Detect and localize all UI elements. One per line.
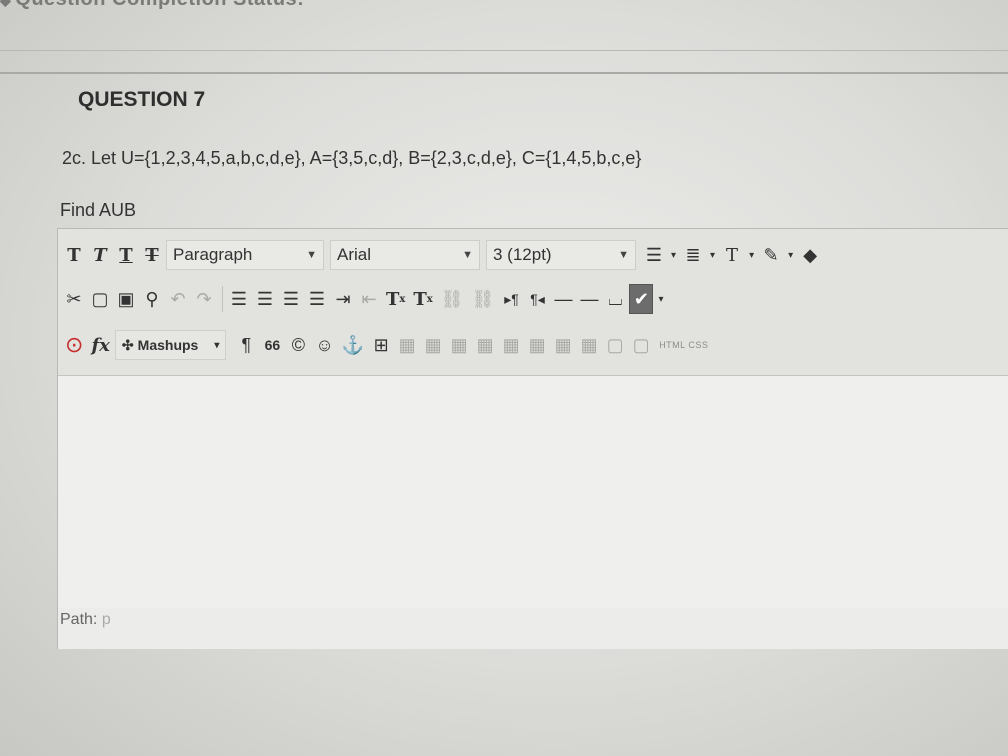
copy-icon[interactable]: ▢ (88, 284, 112, 314)
horizontal-line-icon[interactable]: — (577, 284, 601, 314)
bullet-list-icon[interactable]: ☰ (642, 240, 666, 270)
table-merge-cells-icon[interactable]: ▦ (577, 330, 601, 360)
paragraph-mark-button[interactable]: ¶ (234, 330, 258, 360)
font-value: Arial (337, 245, 372, 264)
blockquote-button[interactable]: 66 (260, 330, 284, 360)
dropdown-arrow-icon: ▼ (306, 249, 317, 261)
table-row-before-icon[interactable]: ▦ (395, 330, 419, 360)
mashups-label: Mashups (137, 337, 199, 353)
align-right-icon[interactable]: ☰ (279, 284, 303, 314)
chevron-down-icon[interactable]: ▾ (655, 284, 666, 314)
numbered-list-icon[interactable]: ≣ (681, 240, 705, 270)
redo-icon[interactable]: ↷ (192, 284, 216, 314)
editor-path: Path: p (60, 611, 111, 629)
underline-button[interactable]: T (114, 240, 138, 270)
table-icon[interactable]: ⊞ (369, 330, 393, 360)
ltr-icon[interactable]: ▸¶ (499, 284, 523, 314)
path-value[interactable]: p (102, 611, 111, 628)
strikethrough-button[interactable]: T (140, 240, 164, 270)
find-icon[interactable]: ⚲ (140, 284, 164, 314)
outdent-icon[interactable]: ⇤ (357, 284, 381, 314)
separator (222, 286, 223, 312)
mashups-dropdown[interactable]: ✣ Mashups ▾ (114, 330, 227, 360)
text-color-icon[interactable]: T (720, 240, 744, 270)
italic-button[interactable]: T (88, 240, 112, 270)
record-icon[interactable]: ⊙ (62, 330, 86, 360)
chevron-down-icon[interactable]: ▾ (785, 240, 796, 270)
eraser-icon[interactable]: ◆ (798, 240, 822, 270)
rich-text-editor: T T T T Paragraph ▼ Arial ▼ 3 (12pt) ▼ ☰… (57, 228, 1008, 649)
editor-toolbar: T T T T Paragraph ▼ Arial ▼ 3 (12pt) ▼ ☰… (58, 229, 1008, 376)
dropdown-arrow-icon: ▼ (618, 249, 629, 261)
chevron-down-icon[interactable]: ▾ (746, 240, 757, 270)
html-css-buttons[interactable]: HTML CSS (659, 340, 708, 350)
subscript-button[interactable]: Tx (410, 284, 435, 314)
table-delete-row-icon[interactable]: ▦ (447, 330, 471, 360)
paragraph-value: Paragraph (173, 245, 253, 264)
toolbar-row-2: ✂ ▢ ▣ ⚲ ↶ ↷ ☰ ☰ ☰ ☰ ⇥ ⇤ Tx Tx ⛓ ⛓ ▸¶ ¶◂ … (62, 281, 1008, 317)
table-props-icon[interactable]: ▢ (603, 330, 627, 360)
table-col-before-icon[interactable]: ▦ (473, 330, 497, 360)
dropdown-arrow-icon: ▼ (462, 249, 473, 261)
question-text: 2c. Let U={1,2,3,4,5,a,b,c,d,e}, A={3,5,… (62, 148, 642, 168)
indent-icon[interactable]: ⇥ (331, 284, 355, 314)
anchor-icon[interactable]: ⚓ (339, 330, 367, 360)
path-label: Path: (60, 611, 98, 628)
special-character-button[interactable]: © (286, 330, 310, 360)
unlink-icon[interactable]: ⛓ (469, 284, 498, 314)
align-center-icon[interactable]: ☰ (253, 284, 277, 314)
divider (0, 50, 1008, 51)
undo-icon[interactable]: ↶ (166, 284, 190, 314)
chevron-down-icon: ▾ (214, 339, 220, 351)
paragraph-dropdown[interactable]: Paragraph ▼ (166, 240, 324, 270)
table-col-after-icon[interactable]: ▦ (499, 330, 523, 360)
highlight-pen-icon[interactable]: ✎ (759, 240, 783, 270)
completion-status: ◆Question Completion Status: (0, 0, 304, 12)
toolbar-row-3: ⊙ fx ✣ Mashups ▾ ¶ 66 © ☺ ⚓ ⊞ ▦ ▦ ▦ ▦ ▦ … (62, 327, 1008, 363)
bold-button[interactable]: T (62, 240, 86, 270)
font-dropdown[interactable]: Arial ▼ (330, 240, 480, 270)
divider (0, 72, 1008, 74)
paste-icon[interactable]: ▣ (114, 284, 138, 314)
table-split-cells-icon[interactable]: ▦ (551, 330, 575, 360)
chevron-down-icon[interactable]: ▾ (668, 240, 679, 270)
font-size-value: 3 (12pt) (493, 245, 552, 264)
collapse-diamond-icon[interactable]: ◆ (0, 0, 11, 8)
emoticon-icon[interactable]: ☺ (312, 330, 336, 360)
spellcheck-icon[interactable]: ✔ (629, 284, 654, 314)
table-delete-col-icon[interactable]: ▦ (525, 330, 549, 360)
table-cell-props-icon[interactable]: ▢ (629, 330, 653, 360)
rtl-icon[interactable]: ¶◂ (525, 284, 549, 314)
math-formula-button[interactable]: fx (88, 330, 112, 360)
table-row-after-icon[interactable]: ▦ (421, 330, 445, 360)
link-icon[interactable]: ⛓ (438, 284, 467, 314)
editor-content-area[interactable] (58, 376, 1008, 608)
align-justify-icon[interactable]: ☰ (305, 284, 329, 314)
chevron-down-icon[interactable]: ▾ (707, 240, 718, 270)
horizontal-rule-icon[interactable]: — (551, 284, 575, 314)
align-left-icon[interactable]: ☰ (227, 284, 251, 314)
toolbar-row-1: T T T T Paragraph ▼ Arial ▼ 3 (12pt) ▼ ☰… (62, 237, 1008, 273)
question-prompt: Find AUB (60, 200, 137, 220)
mashups-icon: ✣ (121, 336, 134, 353)
cut-icon[interactable]: ✂ (62, 284, 86, 314)
superscript-button[interactable]: Tx (383, 284, 408, 314)
nonbreaking-space-icon[interactable]: ⌴ (603, 284, 627, 314)
question-heading: QUESTION 7 (78, 88, 206, 111)
font-size-dropdown[interactable]: 3 (12pt) ▼ (486, 240, 636, 270)
